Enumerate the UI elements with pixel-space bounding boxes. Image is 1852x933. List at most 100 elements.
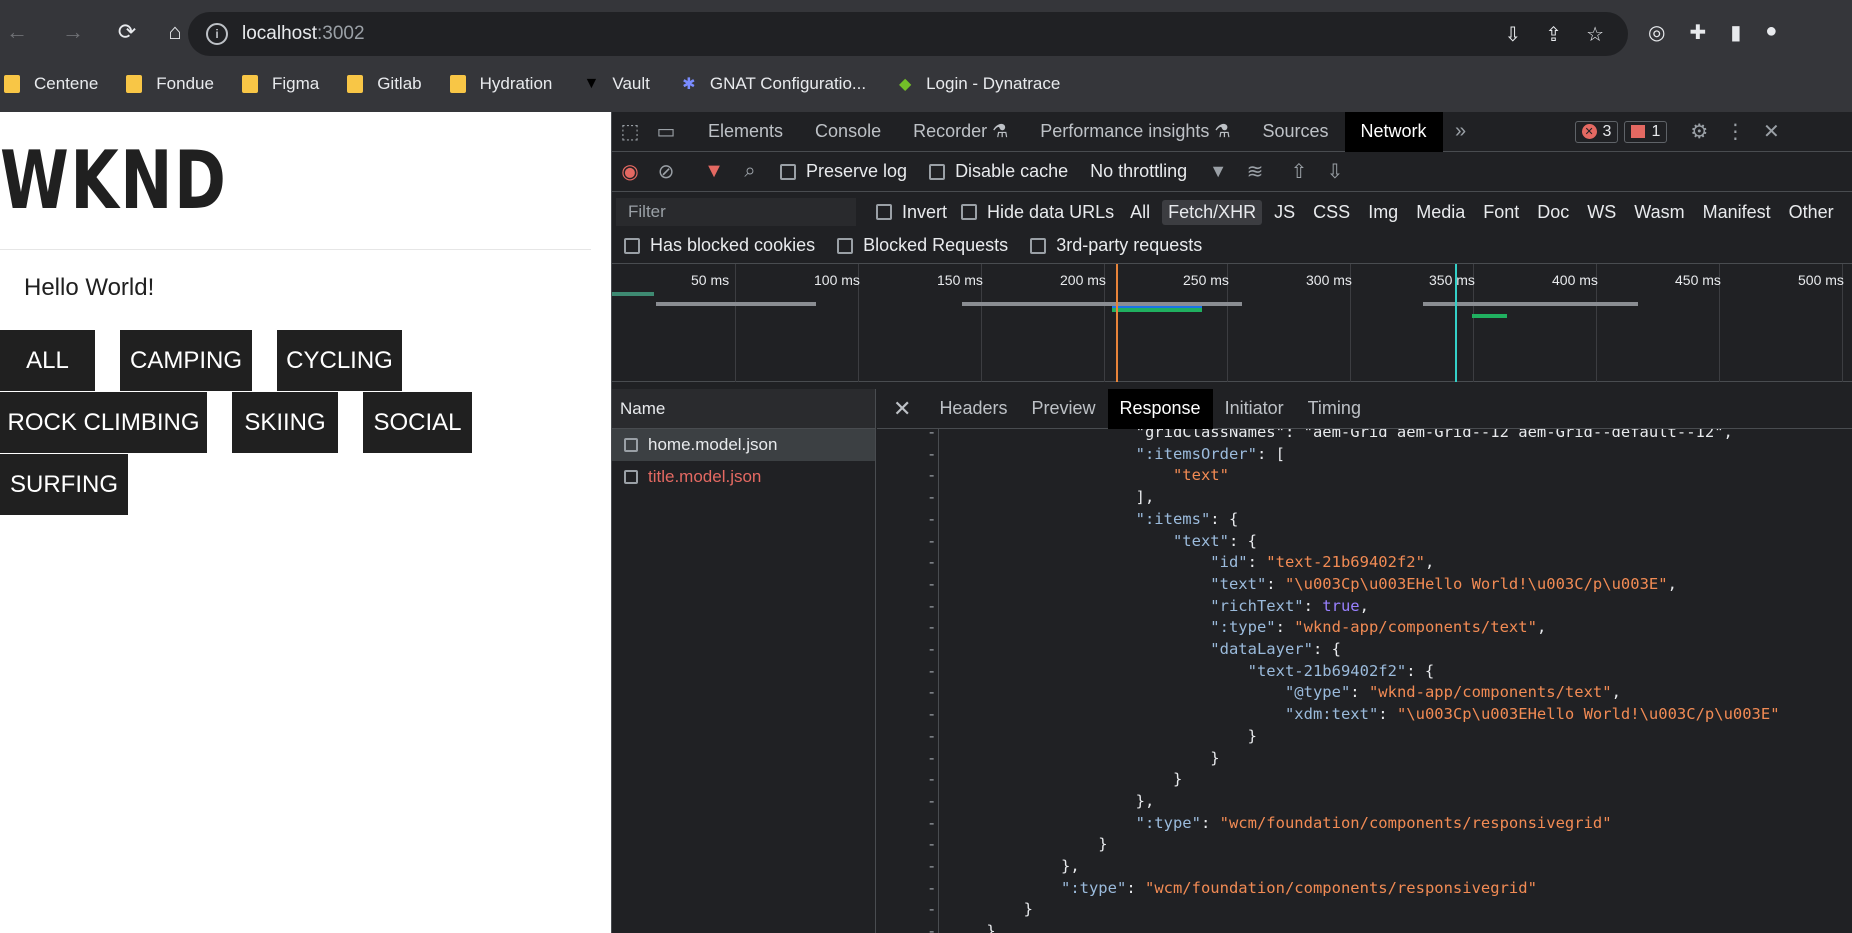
home-icon[interactable]: ⌂ — [158, 15, 192, 49]
network-overview-timeline[interactable]: 50 ms 100 ms 150 ms 200 ms 250 ms 300 ms 350 m… — [612, 264, 1852, 382]
line-marker: - — [927, 574, 937, 593]
reload-icon[interactable]: ⟳ — [110, 15, 144, 49]
error-count-badge[interactable]: ✕ 3 — [1574, 120, 1619, 143]
bookmark-item[interactable]: ◆ Login - Dynatrace — [894, 73, 1060, 95]
throttling-select[interactable]: No throttling ▼ — [1090, 161, 1227, 182]
folder-icon — [347, 75, 364, 93]
settings-gear-icon[interactable]: ⚙ — [1681, 119, 1717, 144]
filter-type-media[interactable]: Media — [1410, 200, 1471, 225]
back-arrow-icon[interactable]: ← — [0, 15, 34, 49]
tag-button[interactable]: CAMPING — [120, 330, 252, 391]
site-logo[interactable]: WKND — [0, 134, 227, 227]
checkbox[interactable] — [929, 163, 946, 180]
inspect-element-icon[interactable]: ⬚ — [612, 119, 648, 144]
tab-network[interactable]: Network — [1344, 111, 1443, 152]
bookmark-item[interactable]: ✱ GNAT Configuratio... — [678, 73, 866, 95]
disable-cache-checkbox[interactable]: Disable cache — [929, 161, 1068, 182]
issues-count-badge[interactable]: 1 — [1624, 120, 1668, 143]
more-tabs-icon[interactable]: » — [1443, 120, 1479, 143]
tab-console[interactable]: Console — [799, 112, 897, 152]
bookmark-item[interactable]: Hydration — [449, 74, 552, 94]
header-divider — [0, 249, 591, 250]
checkbox[interactable] — [961, 204, 978, 220]
bookmark-item[interactable]: Figma — [241, 74, 319, 94]
clear-icon[interactable]: ⊘ — [648, 159, 684, 184]
tab-sources[interactable]: Sources — [1246, 112, 1344, 152]
more-options-icon[interactable]: ⋮ — [1717, 119, 1753, 144]
detail-tab-response[interactable]: Response — [1107, 388, 1213, 429]
response-viewer[interactable]: - "gridClassNames": "aem-Grid aem-Grid--… — [877, 429, 1852, 933]
request-row[interactable]: home.model.json — [612, 429, 875, 461]
blocked-requests-checkbox[interactable]: Blocked Requests — [837, 235, 1008, 256]
timeline-tick-label: 500 ms — [1798, 272, 1844, 288]
side-panel-icon[interactable]: ▮ — [1730, 20, 1741, 45]
detail-tab-timing[interactable]: Timing — [1296, 389, 1373, 429]
filter-type-js[interactable]: JS — [1268, 200, 1301, 225]
checkbox[interactable] — [837, 237, 854, 254]
filter-type-doc[interactable]: Doc — [1531, 200, 1575, 225]
filter-type-all[interactable]: All — [1124, 200, 1156, 225]
profile-avatar-icon[interactable]: ● — [1765, 20, 1777, 45]
tag-button[interactable]: SURFING — [0, 454, 128, 515]
bookmarks-bar: Centene Fondue Figma Gitlab Hydration ▼ Vault ✱… — [0, 64, 1852, 104]
detail-tab-preview[interactable]: Preview — [1019, 389, 1107, 429]
search-icon[interactable]: ⌕ — [732, 160, 768, 183]
filter-funnel-icon[interactable]: ▼ — [696, 160, 732, 183]
network-conditions-icon[interactable]: ≋ — [1237, 159, 1273, 184]
tag-button[interactable]: SOCIAL — [363, 392, 472, 453]
bookmark-item[interactable]: ▼ Vault — [580, 73, 649, 95]
filter-type-wasm[interactable]: Wasm — [1628, 200, 1690, 225]
filter-type-img[interactable]: Img — [1362, 200, 1404, 225]
record-stop-icon[interactable]: ◉ — [612, 159, 648, 184]
close-detail-icon[interactable]: ✕ — [877, 396, 927, 422]
share-icon[interactable]: ⇪ — [1545, 22, 1562, 47]
install-app-icon[interactable]: ⇩ — [1505, 22, 1522, 47]
name-column-header[interactable]: Name — [612, 389, 875, 429]
forward-arrow-icon[interactable]: → — [56, 15, 90, 49]
detail-tab-headers[interactable]: Headers — [927, 389, 1019, 429]
filter-type-manifest[interactable]: Manifest — [1697, 200, 1777, 225]
checkbox[interactable] — [876, 204, 892, 220]
extensions-puzzle-icon[interactable]: ✚ — [1689, 20, 1706, 45]
request-row[interactable]: title.model.json — [612, 461, 875, 493]
bookmark-item[interactable]: Fondue — [126, 74, 214, 94]
bookmark-item[interactable]: Gitlab — [347, 74, 422, 94]
preserve-log-checkbox[interactable]: Preserve log — [780, 161, 907, 182]
filter-type-ws[interactable]: WS — [1581, 200, 1622, 225]
site-info-icon[interactable]: i — [206, 23, 228, 45]
line-marker: - — [927, 857, 937, 875]
tag-button[interactable]: CYCLING — [277, 330, 402, 391]
checkbox[interactable] — [1030, 237, 1047, 254]
bookmark-item[interactable]: Centene — [0, 74, 98, 94]
device-toolbar-icon[interactable]: ▭ — [648, 119, 684, 144]
tag-button[interactable]: ROCK CLIMBING — [0, 392, 207, 453]
request-checkbox[interactable] — [624, 470, 638, 484]
filter-type-css[interactable]: CSS — [1307, 200, 1356, 225]
import-har-icon[interactable]: ⇧ — [1281, 159, 1317, 184]
address-bar[interactable]: i localhost :3002 ⇩ ⇪ ☆ — [188, 12, 1628, 56]
close-devtools-icon[interactable]: ✕ — [1753, 119, 1789, 144]
third-party-checkbox[interactable]: 3rd-party requests — [1030, 235, 1202, 256]
checkbox[interactable] — [624, 237, 640, 254]
filter-input[interactable]: Filter — [616, 198, 856, 226]
invert-checkbox[interactable]: Invert — [876, 202, 947, 223]
tab-recorder[interactable]: Recorder ⚗ — [897, 112, 1024, 152]
detail-tab-initiator[interactable]: Initiator — [1213, 389, 1296, 429]
export-har-icon[interactable]: ⇩ — [1317, 159, 1353, 184]
filter-type-font[interactable]: Font — [1477, 200, 1525, 225]
tag-button[interactable]: SKIING — [232, 392, 338, 453]
hide-data-urls-checkbox[interactable]: Hide data URLs — [961, 202, 1114, 223]
filter-type-fetch-xhr[interactable]: Fetch/XHR — [1162, 199, 1263, 225]
extension-target-icon[interactable]: ◎ — [1648, 20, 1665, 45]
bookmark-star-icon[interactable]: ☆ — [1586, 22, 1604, 47]
blocked-cookies-checkbox[interactable]: Has blocked cookies — [624, 235, 815, 256]
timeline-tick-label: 400 ms — [1552, 272, 1598, 288]
tab-performance[interactable]: Performance insights ⚗ — [1024, 112, 1246, 152]
checkbox[interactable] — [780, 163, 796, 180]
omnibox-actions: ⇩ ⇪ ☆ — [1505, 22, 1604, 47]
tab-elements[interactable]: Elements — [692, 112, 799, 152]
filter-type-other[interactable]: Other — [1783, 200, 1840, 225]
tag-button[interactable]: ALL — [0, 330, 95, 391]
request-checkbox[interactable] — [624, 438, 638, 452]
